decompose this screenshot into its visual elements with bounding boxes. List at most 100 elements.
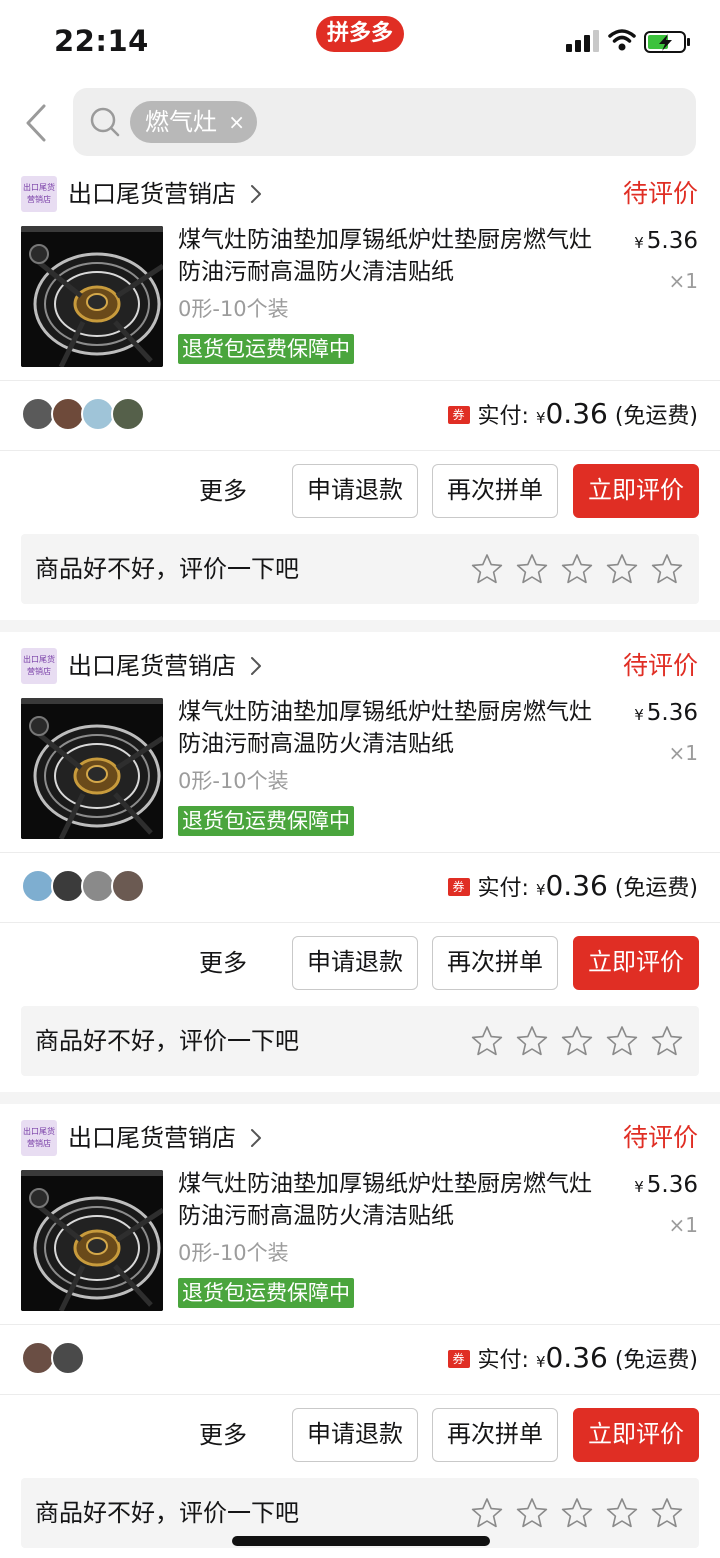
search-bar[interactable]: 燃气灶 × (73, 88, 696, 156)
divider (0, 852, 720, 853)
order-card: 出口尾货营销店 出口尾货营销店 待评价 煤气灶防油垫加厚锡纸炉灶垫厨房燃气灶防油… (0, 1112, 720, 1558)
chevron-right-icon[interactable] (248, 182, 264, 206)
shop-logo-text: 出口尾货营销店 (23, 1127, 55, 1148)
buyer-avatar[interactable] (51, 1341, 85, 1375)
rating-bar[interactable]: 商品好不好，评价一下吧 (21, 534, 699, 604)
star-rating-icon[interactable] (651, 1497, 683, 1529)
divider (0, 450, 720, 451)
quantity: ×1 (668, 1213, 698, 1237)
buyer-avatar[interactable] (111, 397, 145, 431)
star-rating-icon[interactable] (561, 1497, 593, 1529)
paid-amount: 券实付: ¥0.36 (免运费) (447, 1340, 698, 1380)
currency-symbol: ¥ (634, 1178, 644, 1196)
shop-logo-text: 出口尾货营销店 (23, 655, 55, 676)
review-now-button[interactable]: 立即评价 (573, 464, 699, 518)
quantity: ×1 (668, 741, 698, 765)
paid-label: 实付: (477, 404, 529, 429)
home-indicator (232, 1536, 490, 1546)
shop-logo[interactable]: 出口尾货营销店 (21, 1120, 57, 1156)
unit-price: ¥5.36 (634, 1170, 698, 1202)
search-keyword-chip[interactable]: 燃气灶 × (130, 101, 257, 143)
buyer-avatar[interactable] (111, 869, 145, 903)
buyer-avatar[interactable] (21, 1341, 55, 1375)
divider (0, 1394, 720, 1395)
paid-amount-value: 0.36 (545, 397, 608, 430)
review-now-button[interactable]: 立即评价 (573, 1408, 699, 1462)
buyer-avatar[interactable] (51, 869, 85, 903)
refund-button[interactable]: 申请退款 (292, 1408, 418, 1462)
product-spec: 0形-10个装 (178, 297, 289, 321)
chevron-right-icon[interactable] (248, 1126, 264, 1150)
product-title[interactable]: 煤气灶防油垫加厚锡纸炉灶垫厨房燃气灶防油污耐高温防火清洁贴纸 (178, 696, 608, 760)
order-status: 待评价 (622, 651, 698, 680)
refund-button[interactable]: 申请退款 (292, 936, 418, 990)
shop-name[interactable]: 出口尾货营销店 (68, 176, 236, 212)
unit-price-value: 5.36 (646, 228, 698, 254)
star-rating-icon[interactable] (471, 553, 503, 585)
star-rating-icon[interactable] (516, 553, 548, 585)
star-rating-icon[interactable] (606, 1497, 638, 1529)
buyer-avatar[interactable] (81, 869, 115, 903)
buyer-avatar[interactable] (21, 869, 55, 903)
rebuy-button[interactable]: 再次拼单 (432, 936, 558, 990)
currency-symbol: ¥ (634, 706, 644, 724)
shop-logo-text: 出口尾货营销店 (23, 183, 55, 204)
clear-keyword-icon[interactable]: × (228, 101, 245, 143)
rebuy-button[interactable]: 再次拼单 (432, 1408, 558, 1462)
shop-name[interactable]: 出口尾货营销店 (68, 1120, 236, 1156)
wifi-icon (608, 29, 636, 51)
star-rating-icon[interactable] (651, 553, 683, 585)
divider (0, 922, 720, 923)
star-rating-icon[interactable] (471, 1497, 503, 1529)
buyer-avatar[interactable] (21, 397, 55, 431)
unit-price: ¥5.36 (634, 226, 698, 258)
review-now-button[interactable]: 立即评价 (573, 936, 699, 990)
shop-logo[interactable]: 出口尾货营销店 (21, 648, 57, 684)
search-icon (90, 107, 120, 137)
more-button[interactable]: 更多 (188, 464, 258, 518)
battery-charging-icon (644, 31, 690, 53)
more-button[interactable]: 更多 (188, 1408, 258, 1462)
unit-price-value: 5.36 (646, 700, 698, 726)
product-image[interactable] (21, 226, 163, 367)
return-shipping-badge: 退货包运费保障中 (178, 1278, 354, 1308)
product-image[interactable] (21, 698, 163, 839)
star-rating-icon[interactable] (561, 1025, 593, 1057)
coupon-icon: 券 (447, 406, 470, 424)
shop-name[interactable]: 出口尾货营销店 (68, 648, 236, 684)
buyer-avatar[interactable] (51, 397, 85, 431)
shop-logo[interactable]: 出口尾货营销店 (21, 176, 57, 212)
rebuy-button[interactable]: 再次拼单 (432, 464, 558, 518)
product-image[interactable] (21, 1170, 163, 1311)
gas-stove-picture (21, 226, 163, 367)
refund-button[interactable]: 申请退款 (292, 464, 418, 518)
divider (0, 1324, 720, 1325)
product-spec: 0形-10个装 (178, 1241, 289, 1265)
order-status: 待评价 (622, 179, 698, 208)
paid-label: 实付: (477, 1348, 529, 1373)
star-rating-icon[interactable] (606, 1025, 638, 1057)
shipping-note: (免运费) (614, 404, 698, 429)
star-rating-icon[interactable] (651, 1025, 683, 1057)
product-title[interactable]: 煤气灶防油垫加厚锡纸炉灶垫厨房燃气灶防油污耐高温防火清洁贴纸 (178, 224, 608, 288)
paid-label: 实付: (477, 876, 529, 901)
coupon-icon: 券 (447, 1350, 470, 1368)
rating-bar[interactable]: 商品好不好，评价一下吧 (21, 1006, 699, 1076)
status-bar: 22:14 拼多多 (0, 0, 720, 84)
return-shipping-badge: 退货包运费保障中 (178, 806, 354, 836)
paid-amount: 券实付: ¥0.36 (免运费) (447, 868, 698, 908)
star-rating-icon[interactable] (471, 1025, 503, 1057)
buyer-avatar[interactable] (81, 397, 115, 431)
star-rating-icon[interactable] (516, 1497, 548, 1529)
rating-prompt: 商品好不好，评价一下吧 (35, 555, 299, 583)
star-rating-icon[interactable] (561, 553, 593, 585)
chevron-right-icon[interactable] (248, 654, 264, 678)
back-button[interactable] (18, 100, 54, 146)
star-rating-icon[interactable] (516, 1025, 548, 1057)
product-title[interactable]: 煤气灶防油垫加厚锡纸炉灶垫厨房燃气灶防油污耐高温防火清洁贴纸 (178, 1168, 608, 1232)
more-button[interactable]: 更多 (188, 936, 258, 990)
divider (0, 380, 720, 381)
star-rating-icon[interactable] (606, 553, 638, 585)
return-shipping-badge: 退货包运费保障中 (178, 334, 354, 364)
product-spec: 0形-10个装 (178, 769, 289, 793)
